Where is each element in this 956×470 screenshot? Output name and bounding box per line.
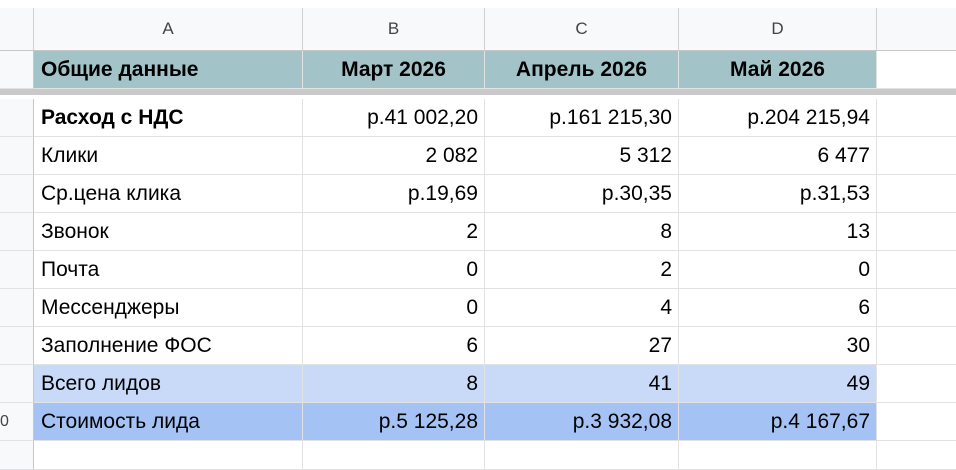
frozen-rows-divider[interactable] [0, 89, 956, 95]
column-header-row: A B C D [0, 8, 956, 51]
lead-cost-row: 0 Стоимость лида р.5 125,28 р.3 932,08 р… [0, 403, 956, 441]
empty-cell[interactable] [877, 213, 956, 251]
table-row [0, 441, 956, 470]
row-header[interactable]: 0 [0, 403, 34, 441]
row-header[interactable] [0, 137, 34, 175]
empty-cell[interactable] [877, 137, 956, 175]
empty-cell[interactable] [877, 251, 956, 289]
empty-cell[interactable] [877, 51, 956, 89]
row-label[interactable]: Клики [34, 137, 303, 175]
table-row: Расход с НДС р.41 002,20 р.161 215,30 р.… [0, 99, 956, 137]
row-label[interactable]: Звонок [34, 213, 303, 251]
total-leads-row: Всего лидов 8 41 49 [0, 365, 956, 403]
data-cell[interactable]: р.31,53 [679, 175, 877, 213]
row-label[interactable]: Мессенджеры [34, 289, 303, 327]
row-label[interactable]: Заполнение ФОС [34, 327, 303, 365]
data-cell[interactable]: 27 [485, 327, 679, 365]
empty-cell[interactable] [877, 403, 956, 441]
table-row: Клики 2 082 5 312 6 477 [0, 137, 956, 175]
empty-cell[interactable] [877, 99, 956, 137]
data-cell[interactable]: 8 [485, 213, 679, 251]
data-cell[interactable]: р.4 167,67 [679, 403, 877, 441]
column-header-a[interactable]: A [34, 8, 303, 51]
spreadsheet-grid: A B C D Общие данные Март 2026 Апрель 20… [0, 0, 956, 470]
table-row: Заполнение ФОС 6 27 30 [0, 327, 956, 365]
data-cell[interactable]: р.19,69 [303, 175, 485, 213]
data-cell[interactable]: 2 [485, 251, 679, 289]
data-cell[interactable]: 6 477 [679, 137, 877, 175]
column-header-e[interactable] [877, 8, 956, 51]
empty-cell[interactable] [34, 441, 303, 470]
empty-cell[interactable] [877, 289, 956, 327]
row-label[interactable]: Почта [34, 251, 303, 289]
empty-cell[interactable] [303, 441, 485, 470]
data-cell[interactable]: 30 [679, 327, 877, 365]
empty-cell[interactable] [679, 441, 877, 470]
data-cell[interactable]: 0 [679, 251, 877, 289]
data-cell[interactable]: р.161 215,30 [485, 99, 679, 137]
row-header[interactable] [0, 99, 34, 137]
column-header-b[interactable]: B [303, 8, 485, 51]
row-label-total-leads[interactable]: Всего лидов [34, 365, 303, 403]
table-row: Ср.цена клика р.19,69 р.30,35 р.31,53 [0, 175, 956, 213]
row-header[interactable] [0, 251, 34, 289]
data-cell[interactable]: 2 [303, 213, 485, 251]
data-cell[interactable]: р.5 125,28 [303, 403, 485, 441]
row-header[interactable] [0, 213, 34, 251]
data-cell[interactable]: 2 082 [303, 137, 485, 175]
data-cell[interactable]: р.30,35 [485, 175, 679, 213]
row-label-expense[interactable]: Расход с НДС [34, 99, 303, 137]
data-cell[interactable]: 41 [485, 365, 679, 403]
header-cell-march[interactable]: Март 2026 [303, 51, 485, 89]
header-cell-april[interactable]: Апрель 2026 [485, 51, 679, 89]
data-cell[interactable]: 8 [303, 365, 485, 403]
row-header[interactable] [0, 365, 34, 403]
empty-cell[interactable] [877, 441, 956, 470]
select-all-corner[interactable] [0, 8, 34, 51]
data-cell[interactable]: 4 [485, 289, 679, 327]
data-cell[interactable]: 49 [679, 365, 877, 403]
data-cell[interactable]: р.204 215,94 [679, 99, 877, 137]
empty-cell[interactable] [877, 365, 956, 403]
data-cell[interactable]: 5 312 [485, 137, 679, 175]
row-header[interactable] [0, 327, 34, 365]
column-header-d[interactable]: D [679, 8, 877, 51]
data-cell[interactable]: 6 [679, 289, 877, 327]
data-cell[interactable]: р.41 002,20 [303, 99, 485, 137]
column-header-c[interactable]: C [485, 8, 679, 51]
row-header[interactable] [0, 51, 34, 89]
empty-cell[interactable] [877, 327, 956, 365]
empty-cell[interactable] [485, 441, 679, 470]
header-cell-general[interactable]: Общие данные [34, 51, 303, 89]
table-row: Звонок 2 8 13 [0, 213, 956, 251]
data-cell[interactable]: 0 [303, 289, 485, 327]
empty-cell[interactable] [877, 175, 956, 213]
data-cell[interactable]: р.3 932,08 [485, 403, 679, 441]
data-cell[interactable]: 6 [303, 327, 485, 365]
header-cell-may[interactable]: Май 2026 [679, 51, 877, 89]
data-cell[interactable]: 13 [679, 213, 877, 251]
row-header[interactable] [0, 289, 34, 327]
table-header-row: Общие данные Март 2026 Апрель 2026 Май 2… [0, 51, 956, 89]
row-header[interactable] [0, 441, 34, 470]
table-row: Мессенджеры 0 4 6 [0, 289, 956, 327]
data-cell[interactable]: 0 [303, 251, 485, 289]
row-header[interactable] [0, 175, 34, 213]
row-label-lead-cost[interactable]: Стоимость лида [34, 403, 303, 441]
row-label[interactable]: Ср.цена клика [34, 175, 303, 213]
table-row: Почта 0 2 0 [0, 251, 956, 289]
